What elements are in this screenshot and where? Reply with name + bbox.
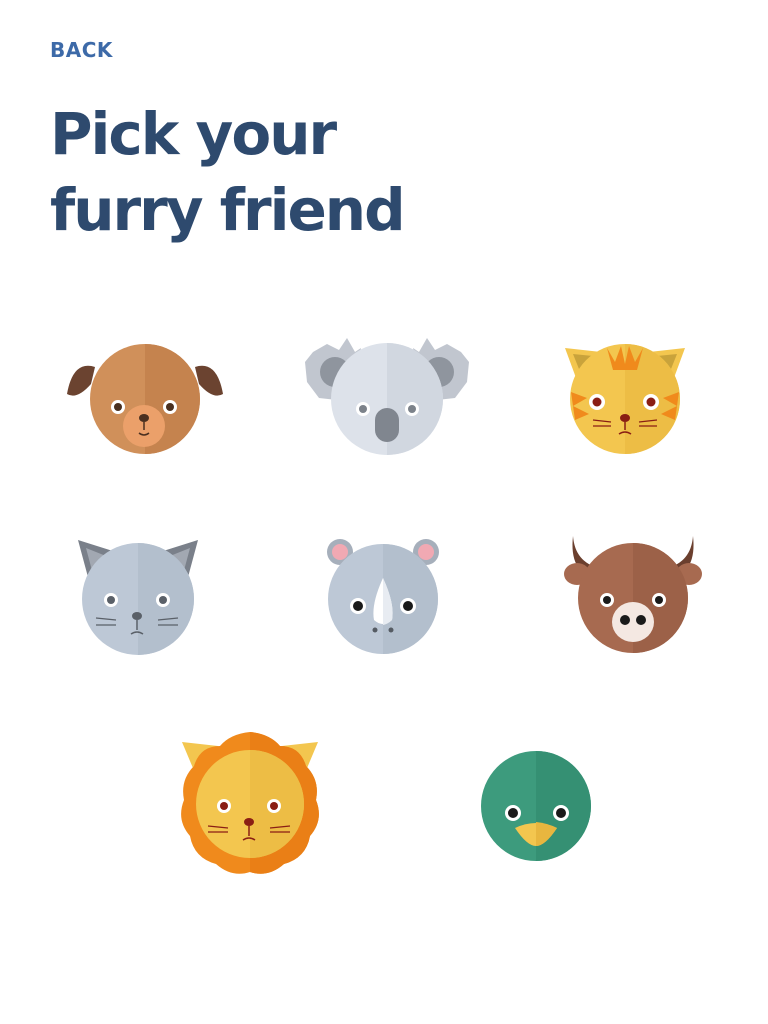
page-title-line-1: Pick your	[50, 100, 337, 168]
animal-option-duck[interactable]	[445, 730, 625, 880]
koala-face-icon	[305, 338, 469, 455]
page-title-line-2: furry friend	[50, 176, 406, 244]
lion-face-icon	[181, 732, 319, 874]
cat-face-icon	[78, 540, 198, 655]
bison-face-icon	[564, 536, 702, 653]
animal-option-tiger[interactable]	[535, 322, 715, 472]
duck-face-icon	[481, 751, 591, 861]
animal-option-bison[interactable]	[543, 522, 723, 672]
animal-option-lion[interactable]	[160, 722, 340, 874]
animal-option-dog[interactable]	[55, 322, 235, 472]
animal-option-rhino[interactable]	[293, 522, 473, 672]
animal-option-cat[interactable]	[48, 522, 228, 672]
dog-face-icon	[67, 344, 223, 454]
pet-picker-screen: BACK Pick your furry friend	[0, 0, 768, 1024]
rhino-face-icon	[327, 539, 439, 654]
tiger-face-icon	[565, 344, 685, 454]
back-button[interactable]: BACK	[50, 38, 113, 62]
animal-option-koala[interactable]	[297, 322, 477, 472]
page-title: Pick your furry friend	[50, 96, 406, 248]
